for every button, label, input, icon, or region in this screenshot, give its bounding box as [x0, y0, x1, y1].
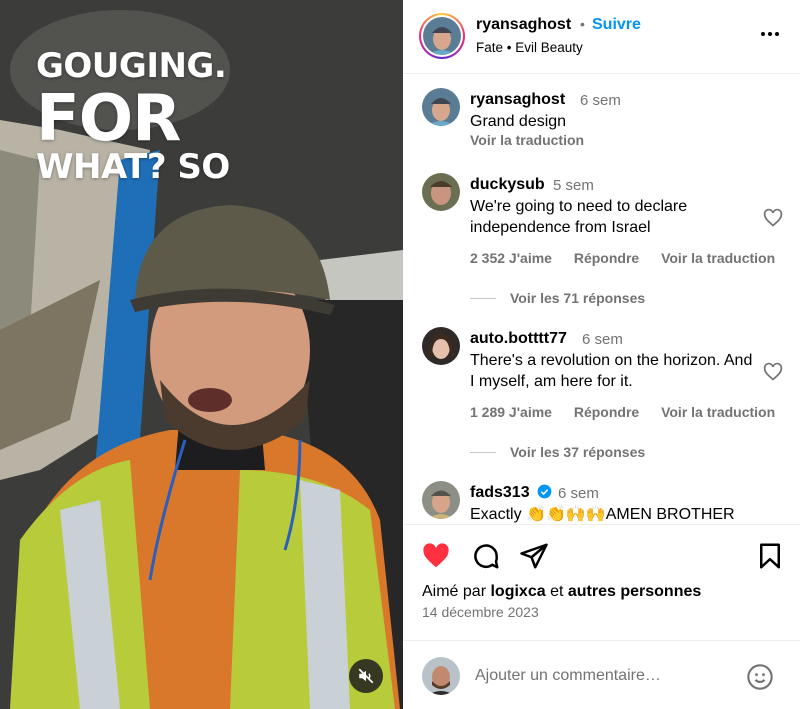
comment-actions: 2 352 J'aime Répondre Voir la traduction — [470, 250, 793, 266]
comment-icon[interactable] — [471, 541, 501, 571]
emoji-smiley-icon[interactable] — [746, 663, 774, 691]
caption-username[interactable]: ryansaghost — [470, 91, 565, 109]
video-caption-line-3: WHAT? SO — [36, 147, 230, 187]
current-user-avatar — [422, 657, 460, 695]
speaker-muted-icon — [358, 668, 374, 684]
comment-reply-button[interactable]: Répondre — [574, 404, 639, 420]
comments-list[interactable]: ryansaghost 6 sem Grand design Voir la t… — [403, 75, 800, 523]
liked-others-link[interactable]: autres personnes — [568, 583, 701, 600]
verified-badge-icon — [537, 484, 552, 499]
comment-input[interactable] — [475, 661, 730, 691]
mute-button[interactable] — [349, 659, 383, 693]
author-username[interactable]: ryansaghost — [476, 16, 571, 34]
comment-text: There's a revolution on the horizon. And… — [470, 352, 753, 390]
caption-text: Grand design — [470, 113, 567, 130]
heart-filled-icon[interactable] — [421, 541, 451, 571]
comment-username[interactable]: duckysub — [470, 176, 545, 194]
video-caption-line-1: GOUGING. — [36, 46, 227, 86]
more-horizontal-icon[interactable] — [758, 22, 782, 46]
view-replies-label: Voir les 71 réponses — [510, 290, 646, 306]
comment-text: We're going to need to declare independe… — [470, 198, 688, 236]
separator-dot: • — [580, 16, 585, 32]
comment-likes-count[interactable]: 2 352 J'aime — [470, 250, 552, 266]
comment-avatar[interactable] — [422, 173, 460, 211]
comment-like-heart-icon[interactable] — [763, 208, 783, 228]
comment-text: Exactly 👏👏🙌🙌AMEN BROTHER — [470, 506, 735, 523]
comment-actions: 1 289 J'aime Répondre Voir la traduction — [470, 404, 793, 420]
author-avatar — [423, 17, 461, 55]
post-actions: Aimé par logixca et autres personnes — [403, 524, 800, 616]
caption-time: 6 sem — [580, 92, 621, 109]
comment-username[interactable]: fads313 — [470, 484, 552, 502]
reel-video[interactable]: GOUGING. FOR WHAT? SO — [0, 0, 403, 709]
author-story-ring[interactable] — [419, 13, 465, 59]
view-replies-label: Voir les 37 réponses — [510, 444, 646, 460]
caption-translate-link[interactable]: Voir la traduction — [470, 132, 584, 148]
view-replies-button[interactable]: Voir les 37 réponses — [470, 444, 645, 460]
bookmark-icon[interactable] — [755, 541, 785, 571]
audio-track-link[interactable]: Fate • Evil Beauty — [476, 40, 583, 55]
follow-button[interactable]: Suivre — [592, 16, 641, 34]
paper-plane-icon[interactable] — [519, 541, 549, 571]
post-panel: ryansaghost • Suivre Fate • Evil Beauty … — [403, 0, 800, 709]
caption-avatar[interactable] — [422, 88, 460, 126]
comment-translate-link[interactable]: Voir la traduction — [661, 404, 775, 420]
comment-username-text: fads313 — [470, 484, 530, 501]
view-replies-button[interactable]: Voir les 71 réponses — [470, 290, 645, 306]
comment-time: 6 sem — [582, 331, 623, 348]
video-caption-line-2: FOR — [36, 82, 181, 156]
comment-username[interactable]: auto.botttt77 — [470, 330, 567, 348]
comment-avatar[interactable] — [422, 327, 460, 365]
comment-avatar[interactable] — [422, 481, 460, 519]
comment-time: 6 sem — [558, 485, 599, 502]
liked-user-link[interactable]: logixca — [490, 583, 545, 600]
post-date[interactable]: 14 décembre 2023 — [422, 604, 539, 620]
liked-prefix: Aimé par — [422, 583, 487, 600]
comment-composer — [403, 640, 800, 709]
comment-like-heart-icon[interactable] — [763, 362, 783, 382]
post-header: ryansaghost • Suivre Fate • Evil Beauty — [403, 0, 800, 74]
comment-reply-button[interactable]: Répondre — [574, 250, 639, 266]
comment-time: 5 sem — [553, 177, 594, 194]
comment-translate-link[interactable]: Voir la traduction — [661, 250, 775, 266]
liked-by-text: Aimé par logixca et autres personnes — [422, 583, 701, 601]
comment-likes-count[interactable]: 1 289 J'aime — [470, 404, 552, 420]
liked-mid: et — [550, 583, 564, 600]
